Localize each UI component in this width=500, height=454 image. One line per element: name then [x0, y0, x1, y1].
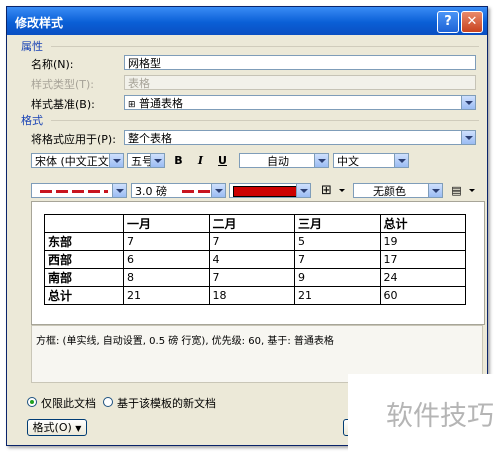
properties-divider — [51, 46, 479, 47]
close-button[interactable]: ✕ — [461, 11, 483, 33]
font-color-select[interactable]: 自动 — [239, 153, 329, 168]
preview-panel: 一月 二月 三月 总计 东部 7 7 5 19 西部 6 4 7 17 南部 8… — [31, 201, 485, 325]
border-color-swatch — [233, 186, 297, 197]
table-row: 西部 6 4 7 17 — [44, 250, 466, 269]
based-on-value: 普通表格 — [139, 97, 184, 110]
style-type-label: 样式类型(T): — [31, 78, 95, 91]
bold-button[interactable]: B — [169, 153, 188, 169]
preview-cell: 21 — [294, 286, 381, 305]
underline-button[interactable]: U — [213, 153, 232, 169]
template-label[interactable]: 基于该模板的新文档 — [117, 395, 216, 411]
line-style-select[interactable] — [31, 183, 127, 198]
preview-table: 一月 二月 三月 总计 东部 7 7 5 19 西部 6 4 7 17 南部 8… — [44, 214, 466, 305]
table-style-icon: ⊞ — [128, 100, 136, 110]
preview-cell: 19 — [379, 232, 466, 251]
preview-cell: 24 — [379, 268, 466, 287]
format-menu-arrow-icon: ▼ — [75, 424, 82, 433]
preview-cell: 21 — [123, 286, 210, 305]
apply-to-select[interactable]: 整个表格 — [124, 130, 476, 145]
table-row: 总计 21 18 21 60 — [44, 286, 466, 305]
preview-col-header: 一月 — [123, 214, 210, 233]
line-weight-select[interactable]: 3.0 磅 — [131, 183, 226, 198]
preview-cell: 18 — [208, 286, 295, 305]
format-menu-label: 格式(O) — [32, 421, 72, 434]
font-value: 宋体 (中文正文) — [35, 155, 114, 168]
name-input[interactable]: 网格型 — [124, 55, 476, 70]
this-document-radio[interactable] — [27, 397, 37, 407]
preview-cell: 6 — [123, 250, 210, 269]
style-type-value: 表格 — [128, 77, 150, 90]
preview-cell: 7 — [208, 268, 295, 287]
format-section-label: 格式 — [21, 114, 43, 127]
help-button[interactable]: ? — [437, 11, 459, 33]
borders-grid-icon[interactable]: ⊞ — [317, 183, 336, 199]
border-color-select[interactable] — [229, 183, 311, 198]
preview-cell: 8 — [123, 268, 210, 287]
name-input-value: 网格型 — [128, 57, 161, 70]
script-value: 中文 — [337, 155, 359, 168]
style-type-select: 表格 — [124, 75, 476, 90]
apply-to-label: 将格式应用于(P): — [31, 133, 116, 146]
size-select[interactable]: 五号 — [127, 153, 165, 168]
based-on-select[interactable]: ⊞ 普通表格 — [124, 95, 476, 110]
watermark-text: 软件技巧 — [386, 401, 494, 432]
preview-cell: 60 — [379, 286, 466, 305]
font-select[interactable]: 宋体 (中文正文) — [31, 153, 124, 168]
table-row: 南部 8 7 9 24 — [44, 268, 466, 287]
font-color-value: 自动 — [267, 155, 289, 168]
preview-header-row: 一月 二月 三月 总计 — [44, 214, 466, 233]
line-weight-sample — [182, 190, 212, 193]
watermark: 软件技巧 — [348, 374, 500, 454]
preview-row-header: 东部 — [44, 232, 124, 251]
format-divider — [51, 120, 479, 121]
apply-to-dropdown-arrow[interactable] — [461, 131, 475, 144]
font-color-dropdown-arrow[interactable] — [314, 154, 328, 167]
based-on-label: 样式基准(B): — [31, 98, 95, 111]
cell-alignment-icon[interactable]: ▤ — [447, 183, 466, 199]
shading-select[interactable]: 无颜色 — [353, 183, 443, 198]
table-row: 东部 7 7 5 19 — [44, 232, 466, 251]
shading-value: 无颜色 — [373, 185, 406, 198]
properties-section-label: 属性 — [21, 40, 43, 53]
font-dropdown-arrow[interactable] — [109, 154, 123, 167]
preview-corner-cell — [44, 214, 124, 233]
line-style-dropdown-arrow[interactable] — [112, 184, 126, 197]
preview-cell: 4 — [208, 250, 295, 269]
preview-row-header: 南部 — [44, 268, 124, 287]
script-dropdown-arrow[interactable] — [394, 154, 408, 167]
title-bar[interactable]: 修改样式 ? ✕ — [7, 7, 487, 35]
size-dropdown-arrow[interactable] — [150, 154, 164, 167]
shading-dropdown-arrow[interactable] — [428, 184, 442, 197]
preview-cell: 5 — [294, 232, 381, 251]
script-select[interactable]: 中文 — [333, 153, 409, 168]
italic-button[interactable]: I — [191, 153, 210, 169]
cell-alignment-dropdown-arrow[interactable] — [467, 184, 477, 198]
this-document-label[interactable]: 仅限此文档 — [41, 395, 96, 411]
preview-col-header: 二月 — [208, 214, 295, 233]
line-style-sample — [40, 190, 108, 193]
template-radio[interactable] — [103, 397, 113, 407]
preview-row-header: 总计 — [44, 286, 124, 305]
border-color-dropdown-arrow[interactable] — [296, 184, 310, 197]
dialog-title: 修改样式 — [15, 16, 64, 30]
based-on-dropdown-arrow[interactable] — [461, 96, 475, 109]
preview-row-header: 西部 — [44, 250, 124, 269]
preview-cell: 9 — [294, 268, 381, 287]
apply-to-value: 整个表格 — [128, 132, 172, 145]
format-menu-button[interactable]: 格式(O) ▼ — [27, 419, 87, 436]
preview-col-header: 三月 — [294, 214, 381, 233]
preview-cell: 7 — [294, 250, 381, 269]
line-weight-value: 3.0 磅 — [135, 185, 167, 198]
borders-dropdown-arrow[interactable] — [337, 184, 347, 198]
preview-cell: 7 — [208, 232, 295, 251]
line-weight-dropdown-arrow[interactable] — [211, 184, 225, 197]
name-label: 名称(N): — [31, 58, 74, 71]
preview-cell: 7 — [123, 232, 210, 251]
preview-cell: 17 — [379, 250, 466, 269]
preview-col-header: 总计 — [379, 214, 466, 233]
